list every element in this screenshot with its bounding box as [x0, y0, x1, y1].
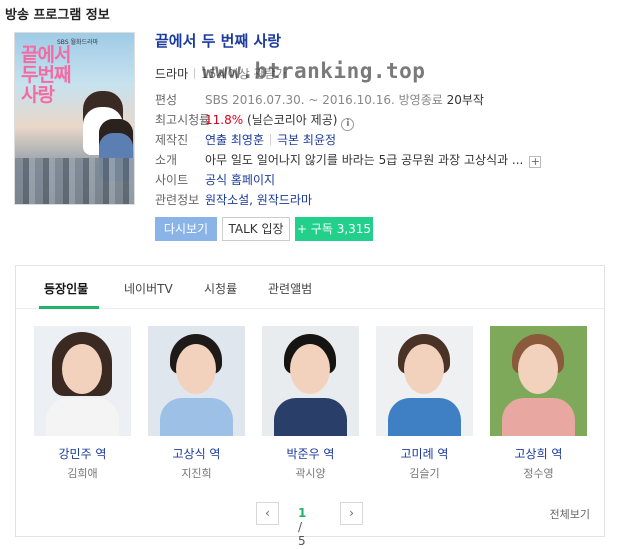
cast-role[interactable]: 고상식 역 [148, 445, 245, 461]
drama-title[interactable]: 끝에서 두 번째 사랑 [155, 30, 595, 54]
cast-photo[interactable] [148, 326, 245, 436]
staff-row: 제작진 연출 최영훈 극본 최윤정 [155, 130, 336, 150]
expand-plus-icon[interactable]: + [529, 156, 542, 168]
director-link[interactable]: 연출 최영훈 [205, 133, 264, 147]
episodes: 20부작 [446, 93, 484, 107]
schedule-row: 편성 SBS 2016.07.30. ~ 2016.10.16. 방영종료 20부… [155, 90, 484, 110]
site-row: 사이트 공식 홈페이지 [155, 170, 275, 190]
schedule-status: 방영종료 [398, 93, 443, 107]
schedule-value: SBS 2016.07.30. ~ 2016.10.16. [205, 93, 395, 107]
divider [270, 134, 272, 145]
genre: 드라마 [155, 67, 189, 81]
cast-item[interactable]: 고상희 역 정수영 [490, 326, 587, 481]
tab-navertv[interactable]: 네이버TV [124, 280, 173, 297]
related-link[interactable]: 원작소설, 원작드라마 [205, 193, 312, 207]
section-title: 방송 프로그램 정보 [5, 8, 110, 23]
staff-label: 제작진 [155, 133, 189, 147]
related-row: 관련정보 원작소설, 원작드라마 [155, 190, 312, 210]
top-rating-source: (닐슨코리아 제공) [246, 113, 338, 127]
cast-item[interactable]: 고상식 역 지진희 [148, 326, 245, 481]
intro-row: 소개 아무 일도 일어나지 않기를 바라는 5급 공무원 과장 고상식과 ... + [155, 150, 542, 170]
site-label: 사이트 [155, 173, 189, 187]
poster-cityscape [15, 158, 134, 204]
tab-bar: 등장인물 네이버TV 시청률 관련앨범 [16, 266, 604, 309]
chevron-right-icon[interactable]: › [340, 502, 363, 525]
cast-photo[interactable] [490, 326, 587, 436]
chevron-left-icon[interactable]: ‹ [256, 502, 279, 525]
view-all-link[interactable]: 전체보기 [550, 506, 590, 522]
cast-actor: 정수영 [523, 467, 554, 480]
cast-role[interactable]: 고상희 역 [490, 445, 587, 461]
cast-item[interactable]: 강민주 역 김희애 [34, 326, 131, 481]
rating-row: 최고시청률11.8% (닐슨코리아 제공) i [155, 110, 355, 131]
drama-info: 끝에서 두 번째 사랑 드라마 15세이상 관람가 편성 SBS 2016.07.3… [155, 30, 595, 207]
cast-actor: 지진희 [181, 467, 212, 480]
writer-link[interactable]: 극본 최윤정 [277, 133, 336, 147]
cast-photo[interactable] [376, 326, 473, 436]
subscribe-button[interactable]: + 구독 3,315 [295, 217, 373, 241]
cast-card: 등장인물 네이버TV 시청률 관련앨범 강민주 역 김희애 고상식 역 지진희 [15, 265, 605, 548]
cast-actor: 곽시양 [295, 467, 326, 480]
top-rating-label: 최고시청률 [155, 113, 211, 127]
related-label: 관련정보 [155, 193, 200, 207]
current-page: 1 [298, 506, 307, 520]
watermark-text: www.btranking.top [202, 59, 426, 83]
intro-text: 아무 일도 일어나지 않기를 바라는 5급 공무원 과장 고상식과 ... [205, 153, 524, 167]
talk-button[interactable]: TALK 입장 [222, 217, 290, 241]
divider [194, 68, 196, 79]
tab-albums[interactable]: 관련앨범 [268, 280, 312, 297]
intro-label: 소개 [155, 153, 178, 167]
active-tab-indicator [39, 306, 99, 309]
tab-cast[interactable]: 등장인물 [44, 280, 88, 297]
cast-actor: 김희애 [67, 467, 98, 480]
top-rating-value: 11.8% [205, 113, 244, 127]
page-indicator: 1 / 5 [298, 506, 306, 548]
cast-role[interactable]: 박준우 역 [262, 445, 359, 461]
official-site-link[interactable]: 공식 홈페이지 [205, 173, 275, 187]
schedule-label: 편성 [155, 93, 178, 107]
rewatch-button[interactable]: 다시보기 [155, 217, 217, 241]
drama-poster[interactable]: SBS 월화드라마 끝에서 두번째 사랑 [14, 32, 135, 205]
info-icon[interactable]: i [341, 118, 355, 131]
cast-item[interactable]: 고미례 역 김슬기 [376, 326, 473, 481]
cast-photo[interactable] [34, 326, 131, 436]
cast-role[interactable]: 강민주 역 [34, 445, 131, 461]
cast-role[interactable]: 고미례 역 [376, 445, 473, 461]
poster-title: 끝에서 두번째 사랑 [21, 44, 71, 106]
cast-photo[interactable] [262, 326, 359, 436]
cast-item[interactable]: 박준우 역 곽시양 [262, 326, 359, 481]
cast-actor: 김슬기 [409, 467, 440, 480]
total-pages: / 5 [298, 520, 306, 548]
tab-ratings[interactable]: 시청률 [204, 280, 237, 297]
